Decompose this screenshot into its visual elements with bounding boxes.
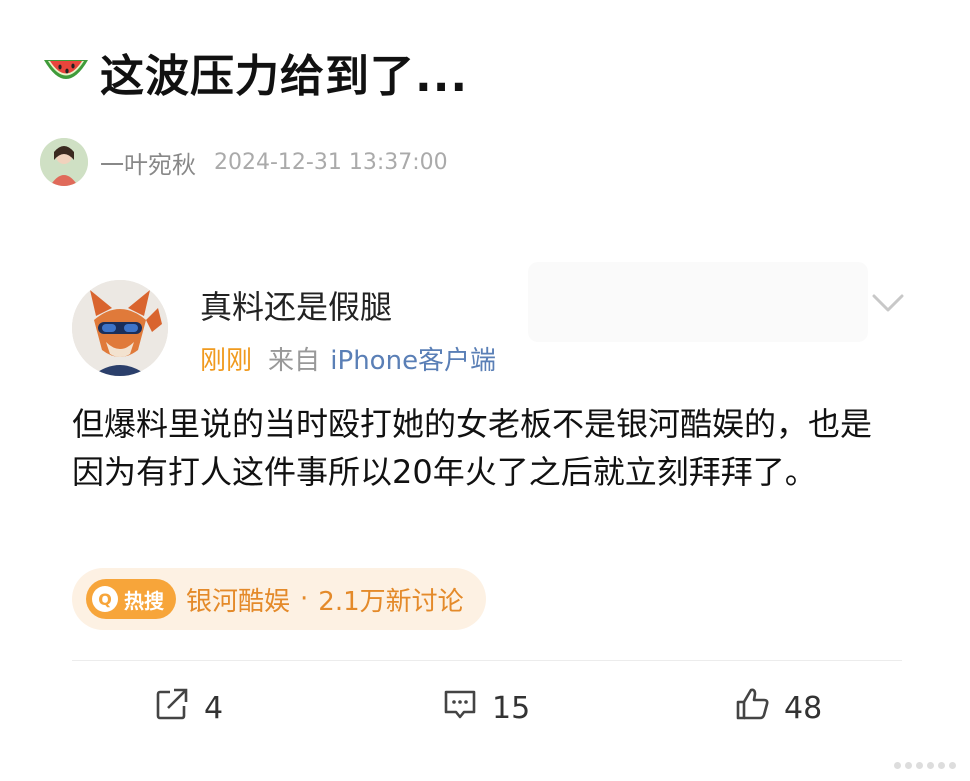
watermark-dots	[894, 762, 956, 769]
hot-search-tag[interactable]: Q 热搜 银河酷娱 · 2.1万新讨论	[72, 568, 486, 630]
screenshot-page: 这波压力给到了... 一叶宛秋 2024-12-31 13:37:00 真料还是…	[0, 0, 970, 781]
author-timestamp: 2024-12-31 13:37:00	[214, 149, 448, 175]
page-title: 这波压力给到了...	[100, 51, 469, 102]
post-username[interactable]: 真料还是假腿	[200, 282, 392, 328]
hot-badge-label: 热搜	[124, 588, 164, 613]
hot-separator: ·	[300, 584, 309, 614]
share-button[interactable]: 4	[152, 684, 223, 732]
source-client[interactable]: iPhone客户端	[330, 346, 496, 376]
like-count: 48	[784, 690, 823, 726]
post-source: 来自 iPhone客户端	[268, 340, 496, 377]
hot-discussion-count: 2.1万新讨论	[318, 586, 464, 617]
comment-icon	[440, 684, 480, 732]
hot-search-badge: Q 热搜	[86, 579, 176, 619]
divider	[72, 660, 902, 661]
like-button[interactable]: 48	[732, 684, 822, 732]
author-avatar[interactable]	[40, 138, 88, 186]
comment-button[interactable]: 15	[440, 684, 530, 732]
comment-count: 15	[492, 690, 531, 726]
share-icon	[152, 684, 192, 732]
post-avatar[interactable]	[72, 280, 168, 376]
source-prefix: 来自	[268, 346, 321, 376]
post-time: 刚刚	[200, 346, 253, 376]
search-icon: Q	[92, 586, 118, 612]
post-meta: 刚刚 来自 iPhone客户端	[200, 340, 496, 377]
author-name[interactable]: 一叶宛秋	[100, 145, 196, 180]
post-title-row: 这波压力给到了...	[38, 40, 468, 104]
blurred-region	[528, 262, 868, 342]
post-body: 但爆料里说的当时殴打她的女老板不是银河酷娱的，也是因为有打人这件事所以20年火了…	[72, 405, 873, 491]
hot-topic: 银河酷娱	[186, 586, 291, 617]
watermelon-icon	[38, 44, 94, 100]
thumbs-up-icon	[732, 684, 772, 732]
share-count: 4	[204, 690, 224, 726]
article-author-row: 一叶宛秋 2024-12-31 13:37:00	[40, 138, 448, 186]
chevron-down-icon[interactable]	[868, 286, 908, 322]
